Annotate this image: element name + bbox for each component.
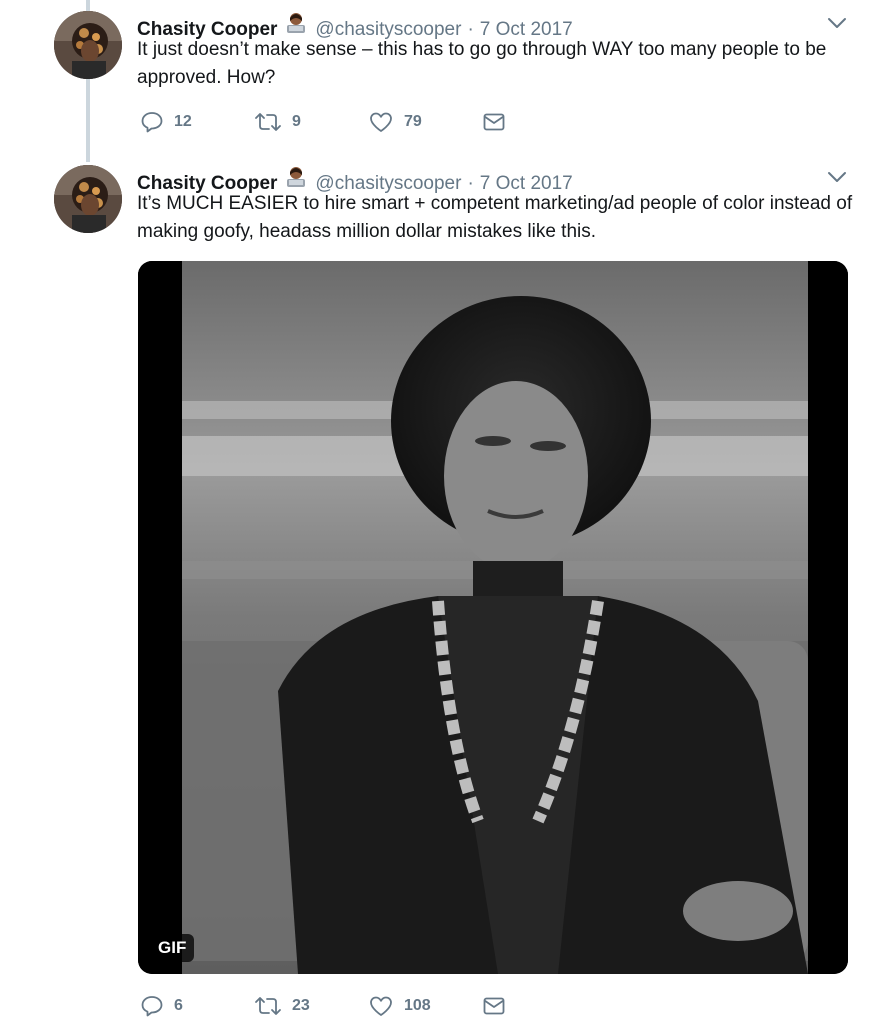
avatar-image (54, 11, 122, 79)
direct-message-button[interactable] (482, 110, 506, 134)
retweet-button[interactable]: 9 (254, 110, 368, 134)
reply-icon (141, 996, 163, 1017)
like-count: 79 (404, 113, 422, 130)
reply-button[interactable]: 12 (140, 110, 254, 134)
like-count: 108 (404, 997, 431, 1014)
reply-count: 6 (174, 997, 183, 1014)
direct-message-button[interactable] (482, 994, 506, 1018)
chevron-down-icon[interactable] (826, 170, 848, 184)
reply-count: 12 (174, 113, 192, 130)
gif-badge: GIF (150, 934, 195, 962)
reply-icon (141, 112, 163, 133)
like-button[interactable]: 108 (368, 994, 482, 1018)
reply-button[interactable]: 6 (140, 994, 254, 1018)
envelope-icon (483, 113, 505, 131)
woman-technologist-emoji-icon (283, 11, 309, 35)
avatar-image (54, 165, 122, 233)
heart-icon (370, 112, 392, 132)
retweet-count: 9 (292, 113, 301, 130)
retweet-icon (255, 113, 281, 131)
retweet-button[interactable]: 23 (254, 994, 368, 1018)
gif-media[interactable]: GIF (138, 261, 848, 974)
chevron-down-icon[interactable] (826, 16, 848, 30)
tweet-actions: 12 9 79 (140, 110, 506, 134)
envelope-icon (483, 997, 505, 1015)
heart-icon (370, 996, 392, 1016)
avatar[interactable] (54, 11, 122, 79)
tweet-text: It’s MUCH EASIER to hire smart + compete… (137, 193, 853, 242)
like-button[interactable]: 79 (368, 110, 482, 134)
tweet-text: It just doesn’t make sense – this has to… (137, 39, 827, 88)
avatar[interactable] (54, 165, 122, 233)
gif-frame-image (138, 261, 848, 974)
retweet-icon (255, 997, 281, 1015)
tweet-actions: 6 23 108 (140, 994, 506, 1018)
woman-technologist-emoji-icon (283, 165, 309, 189)
retweet-count: 23 (292, 997, 310, 1014)
